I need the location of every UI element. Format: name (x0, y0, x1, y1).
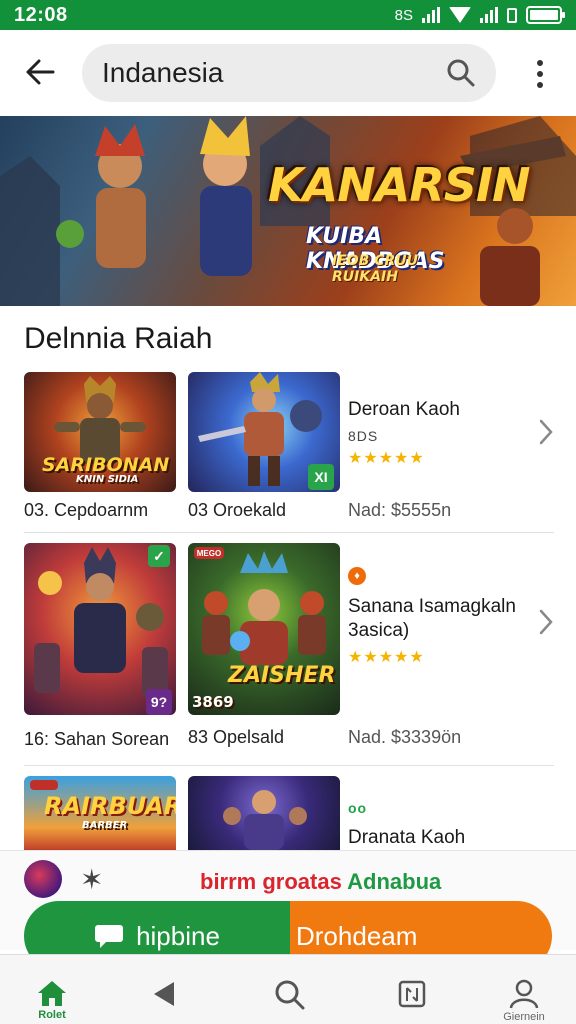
search-icon[interactable] (446, 58, 476, 88)
game-tile[interactable]: MEGO ZAISHER 3869 (188, 543, 340, 715)
more-options-icon[interactable] (524, 54, 556, 94)
promo-strip: ✶ birrm groatas Adnabua hipbine Drohdeam (0, 850, 576, 971)
game-tile[interactable]: RAIRBUAR BARBER (24, 776, 176, 850)
oo-badge: oo (348, 800, 368, 816)
signal-icon-2 (480, 7, 498, 23)
chat-bubble-icon (95, 925, 124, 948)
game-tile[interactable]: XI (188, 372, 340, 492)
nav-item-back[interactable] (124, 955, 204, 1024)
chevron-right-icon[interactable] (538, 418, 554, 446)
game-price: Nad: $5555n (348, 500, 452, 520)
game-price: Nad. $3339ön (348, 727, 462, 747)
signal-icon (422, 7, 440, 23)
tile-caption: 03. Cepdoarnm (24, 500, 149, 520)
tile-art-title: ZAISHER (228, 663, 336, 688)
tile-badge: XI (308, 464, 334, 490)
nav-item-search[interactable] (250, 955, 330, 1024)
badge-dot-icon: ♦ (348, 567, 366, 585)
nav-item-home[interactable]: Rolet (12, 955, 92, 1024)
row-info[interactable]: ♦ Sanana Isamagkaln 3asica) ★★★★★ (348, 566, 538, 667)
row-info[interactable]: oo Dranata Kaoh (348, 800, 465, 850)
tile-corner-badge: ✓ (148, 545, 170, 567)
game-tile[interactable] (188, 776, 340, 850)
game-meta: 8DS (348, 428, 379, 444)
tile-art (202, 551, 326, 665)
nav-label-profile: Giernein (503, 1011, 545, 1023)
cta-left-label: hipbine (136, 920, 220, 951)
search-input[interactable]: Indanesia (82, 44, 496, 102)
apps-icon (398, 980, 426, 1008)
game-name: Dranata Kaoh (348, 827, 466, 848)
search-query: Indanesia (102, 57, 224, 88)
tile-caption: 83 Opelsald (188, 727, 285, 747)
game-name: Deroan Kaoh (348, 399, 460, 420)
tile-art (223, 790, 307, 850)
status-icons: 8S (394, 6, 565, 24)
tile-art-number: 3869 (192, 693, 234, 711)
cta-right-label: Drohdeam (296, 920, 418, 951)
battery-saver-icon (507, 7, 517, 23)
tile-badge: 9? (146, 689, 172, 715)
sparkle-icon: ✶ (80, 864, 104, 895)
row-info[interactable]: Deroan Kaoh 8DS ★★★★★ (348, 398, 460, 468)
status-bar: 12:08 8S (0, 0, 576, 30)
tile-caption: 16: Sahan Sorean (24, 729, 170, 749)
promo-text: birrm groatas Adnabua (200, 869, 441, 895)
tile-art-title: SARIBONAN (42, 454, 170, 476)
status-time: 12:08 (14, 3, 68, 26)
row-divider (24, 532, 554, 533)
tile-corner-badge (30, 780, 58, 790)
bottom-navigation: Rolet Giernein (0, 954, 576, 1024)
promo-text-red: birrm groatas (200, 869, 342, 894)
back-button[interactable] (22, 50, 58, 94)
search-icon (275, 980, 305, 1010)
tile-badge: MEGO (194, 547, 224, 559)
game-name: Sanana Isamagkaln 3asica) (348, 596, 516, 641)
arrow-left-icon (26, 59, 55, 85)
tile-art-sub: KNIN SIDIA (76, 474, 139, 485)
back-triangle-icon (154, 982, 174, 1006)
row-divider (24, 765, 554, 766)
profile-icon (509, 979, 539, 1009)
section-title: Delnnia Raiah (24, 322, 213, 355)
tile-art-title: RAIRBUAR (44, 792, 176, 820)
home-icon (38, 981, 66, 1006)
game-tile[interactable]: 9? ✓ (24, 543, 176, 715)
nav-item-profile[interactable]: Giernein (484, 955, 564, 1024)
banner-tagline: IEOB CRUU RUIKAIH (332, 253, 419, 285)
rating-stars: ★★★★★ (348, 649, 425, 666)
wifi-icon (449, 7, 471, 23)
battery-icon (526, 6, 565, 24)
chevron-right-icon[interactable] (538, 608, 554, 636)
avatar[interactable] (24, 860, 62, 898)
tile-caption: 03 Oroekald (188, 500, 287, 520)
promo-text-green: Adnabua (347, 869, 442, 894)
network-label: 8S (394, 6, 413, 24)
nav-item-apps[interactable] (372, 955, 452, 1024)
top-app-bar: Indanesia (0, 30, 576, 114)
tile-art-sub: BARBER (82, 820, 128, 831)
banner-title: KANARSIN (268, 158, 531, 212)
game-tile[interactable]: SARIBONAN KNIN SIDIA (24, 372, 176, 492)
rating-stars: ★★★★★ (348, 450, 425, 467)
nav-label-home: Rolet (38, 1009, 66, 1021)
